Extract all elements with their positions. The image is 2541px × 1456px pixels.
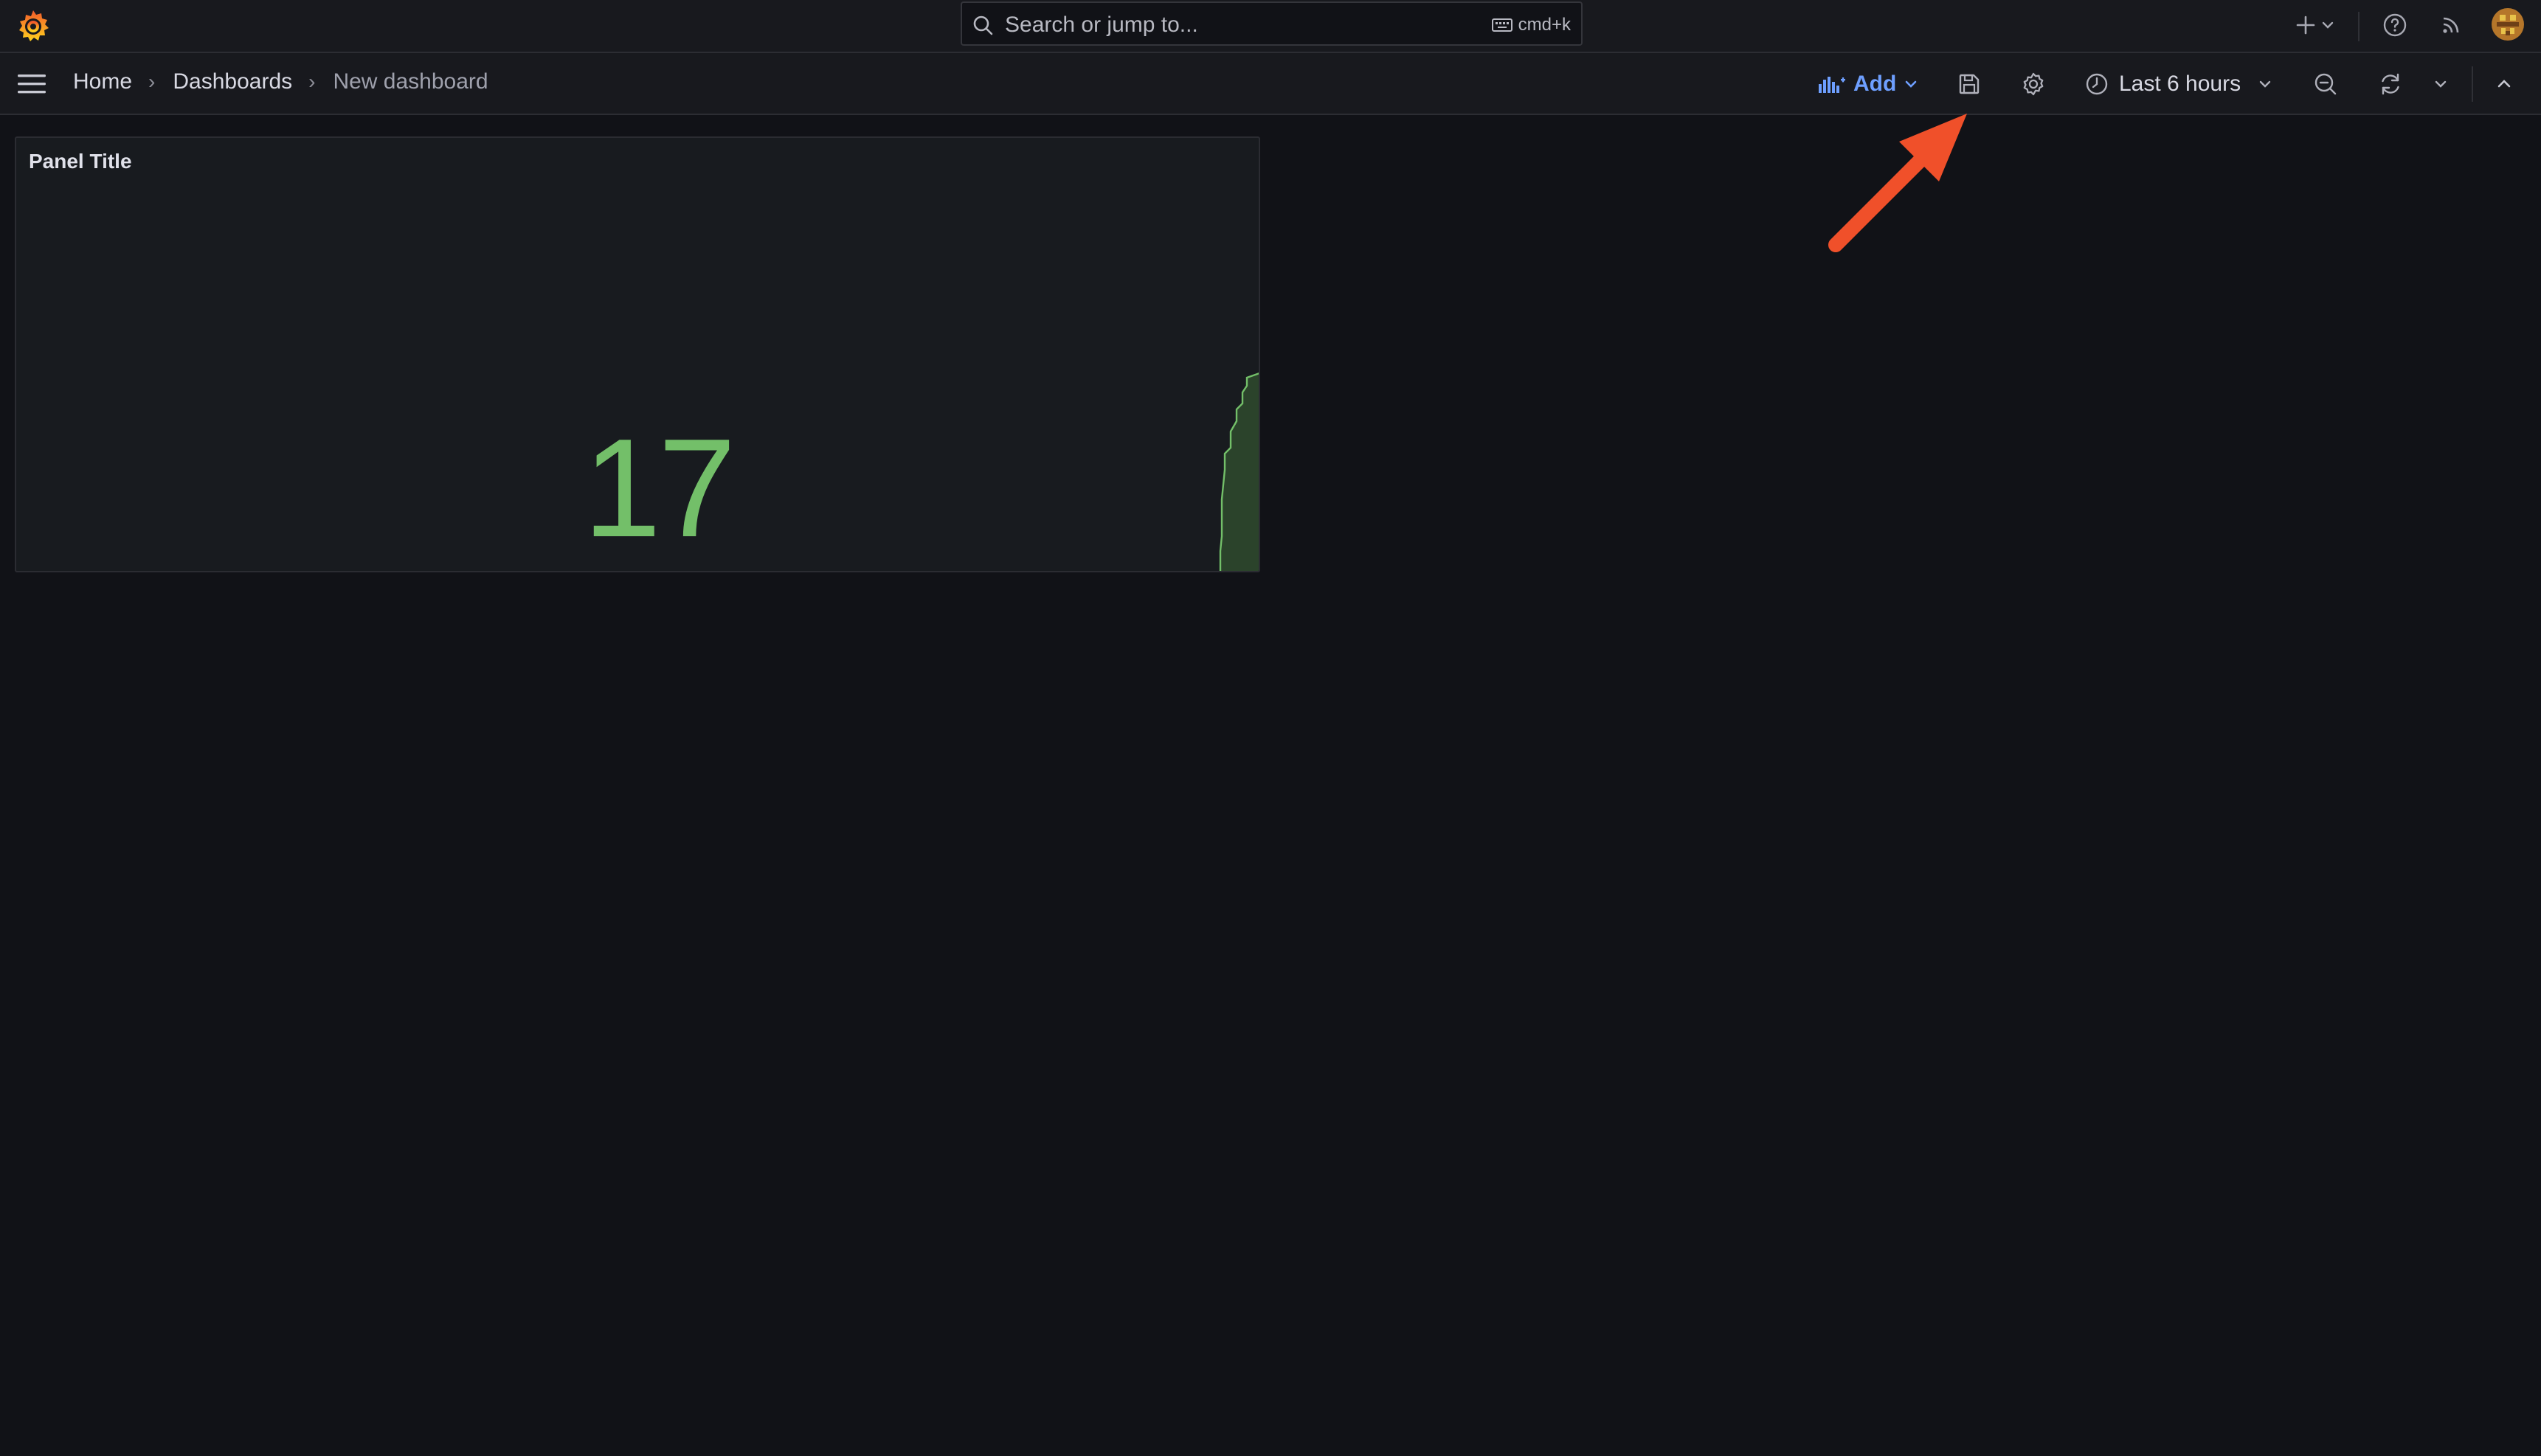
stat-panel[interactable]: Panel Title 17 xyxy=(15,136,1260,572)
clock-icon xyxy=(2086,73,2108,95)
new-menu-button[interactable] xyxy=(2292,10,2337,40)
save-icon xyxy=(1959,74,1980,94)
topbar-divider xyxy=(2358,12,2360,41)
breadcrumb-separator-icon: › xyxy=(148,70,156,93)
zoom-out-button[interactable] xyxy=(2311,69,2340,99)
grafana-logo-icon[interactable] xyxy=(15,7,52,44)
search-bar[interactable]: Search or jump to... cmd+k xyxy=(961,1,1583,46)
avatar-icon xyxy=(2492,8,2524,41)
breadcrumb-separator-icon: › xyxy=(308,70,316,93)
add-panel-icon xyxy=(1819,77,1845,93)
top-bar: Search or jump to... cmd+k xyxy=(0,0,2541,53)
breadcrumb-home[interactable]: Home xyxy=(73,69,132,94)
dashboard-nav-bar: Home › Dashboards › New dashboard Add La… xyxy=(0,53,2541,115)
help-button[interactable] xyxy=(2380,10,2410,40)
dashboard-settings-button[interactable] xyxy=(2019,69,2048,99)
chevron-down-icon xyxy=(1906,80,1917,88)
news-feed-icon xyxy=(2443,17,2459,33)
news-button[interactable] xyxy=(2436,10,2466,40)
refresh-interval-dropdown[interactable] xyxy=(2426,69,2455,99)
breadcrumb-current-page: New dashboard xyxy=(333,69,488,94)
toolbar-divider xyxy=(2472,66,2473,102)
breadcrumb-dashboards[interactable]: Dashboards xyxy=(173,69,292,94)
hamburger-menu-icon[interactable] xyxy=(16,71,47,97)
add-button[interactable]: Add xyxy=(1818,68,1918,100)
settings-icon xyxy=(2023,72,2044,96)
keyboard-icon xyxy=(1491,18,1512,32)
stat-value: 17 xyxy=(583,410,736,566)
zoom-out-icon xyxy=(2314,73,2337,95)
search-shortcut: cmd+k xyxy=(1491,15,1571,35)
time-range-label: Last 6 hours xyxy=(2119,72,2241,96)
sparkline-area xyxy=(1220,373,1259,571)
save-dashboard-button[interactable] xyxy=(1954,69,1984,99)
annotation-arrow-icon xyxy=(1828,114,1967,252)
search-icon xyxy=(973,15,993,35)
plus-icon xyxy=(2296,15,2315,35)
collapse-toolbar-button[interactable] xyxy=(2489,69,2519,99)
add-button-label: Add xyxy=(1853,72,1897,96)
panel-title[interactable]: Panel Title xyxy=(29,150,132,173)
help-icon xyxy=(2383,13,2407,37)
breadcrumb: Home › Dashboards › New dashboard xyxy=(73,69,488,94)
search-placeholder: Search or jump to... xyxy=(1005,13,1198,37)
chevron-down-icon xyxy=(2259,80,2271,88)
chevron-down-icon xyxy=(2435,80,2447,88)
user-avatar[interactable] xyxy=(2491,7,2525,41)
chevron-up-icon xyxy=(2497,80,2511,88)
shortcut-label: cmd+k xyxy=(1518,15,1571,35)
refresh-button[interactable] xyxy=(2376,69,2405,99)
refresh-icon xyxy=(2382,73,2399,95)
time-range-picker[interactable]: Last 6 hours xyxy=(2085,69,2273,99)
chevron-down-icon xyxy=(2322,21,2334,29)
